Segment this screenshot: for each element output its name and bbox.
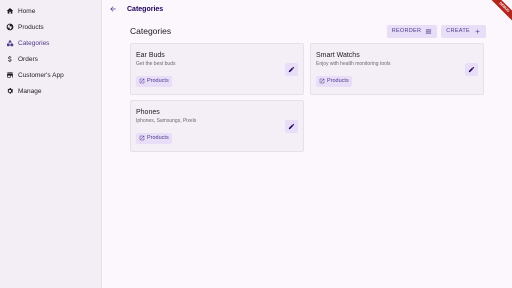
app-root: Home Products Categories Orders Customer… bbox=[0, 0, 512, 288]
edit-button[interactable] bbox=[465, 63, 478, 76]
sidebar-item-orders[interactable]: Orders bbox=[0, 51, 101, 67]
card-title: Phones bbox=[136, 109, 160, 116]
page-title: Categories bbox=[130, 26, 172, 36]
storefront-icon bbox=[6, 71, 14, 79]
category-grid: Ear Buds Get the best buds Products Smar… bbox=[130, 43, 486, 152]
products-chip[interactable]: Products bbox=[316, 75, 352, 87]
top-bar: Categories bbox=[102, 0, 512, 18]
main-area: Categories Categories REORDER CREATE Ear… bbox=[102, 0, 512, 288]
reorder-icon bbox=[426, 28, 432, 34]
header-actions: REORDER CREATE bbox=[386, 24, 486, 38]
chip-label: Products bbox=[147, 135, 169, 141]
sidebar-item-label: Categories bbox=[18, 39, 50, 47]
pencil-icon bbox=[288, 66, 295, 73]
gear-icon bbox=[6, 87, 14, 95]
sidebar-item-manage[interactable]: Manage bbox=[0, 83, 101, 99]
plus-icon bbox=[475, 28, 480, 34]
back-arrow-icon[interactable] bbox=[108, 4, 118, 14]
sidebar-item-categories[interactable]: Categories bbox=[0, 35, 101, 51]
open-in-new-icon bbox=[139, 135, 145, 141]
home-icon bbox=[6, 7, 14, 15]
card-title: Smart Watchs bbox=[316, 52, 360, 59]
pencil-icon bbox=[468, 66, 475, 73]
pencil-icon bbox=[288, 123, 295, 130]
open-in-new-icon bbox=[319, 78, 325, 84]
sidebar-item-label: Orders bbox=[18, 55, 38, 63]
edit-button[interactable] bbox=[285, 63, 298, 76]
reorder-button[interactable]: REORDER bbox=[386, 24, 438, 38]
products-icon bbox=[6, 23, 14, 31]
dollar-icon bbox=[6, 55, 14, 63]
chip-label: Products bbox=[147, 78, 169, 84]
sidebar-item-label: Manage bbox=[18, 87, 42, 95]
header-row: Categories REORDER CREATE bbox=[130, 24, 486, 38]
chip-label: Products bbox=[327, 78, 349, 84]
products-chip[interactable]: Products bbox=[136, 75, 172, 87]
sidebar-item-label: Home bbox=[18, 7, 36, 15]
categories-icon bbox=[6, 39, 14, 47]
open-in-new-icon bbox=[139, 78, 145, 84]
reorder-label: REORDER bbox=[391, 28, 422, 34]
sidebar-item-customers-app[interactable]: Customer's App bbox=[0, 67, 101, 83]
create-label: CREATE bbox=[446, 28, 470, 34]
products-chip[interactable]: Products bbox=[136, 132, 172, 144]
sidebar: Home Products Categories Orders Customer… bbox=[0, 0, 102, 288]
card-description: Enjoy with health monitoring tools bbox=[316, 61, 391, 67]
sidebar-item-label: Products bbox=[18, 23, 44, 31]
card-description: Get the best buds bbox=[136, 61, 176, 67]
topbar-title: Categories bbox=[127, 5, 164, 13]
sidebar-item-products[interactable]: Products bbox=[0, 19, 101, 35]
card-title: Ear Buds bbox=[136, 52, 165, 59]
sidebar-item-label: Customer's App bbox=[18, 71, 64, 79]
category-card: Ear Buds Get the best buds Products bbox=[130, 43, 304, 95]
sidebar-item-home[interactable]: Home bbox=[0, 3, 101, 19]
create-button[interactable]: CREATE bbox=[441, 24, 486, 38]
category-card: Phones Iphones, Samsungs, Pixels Product… bbox=[130, 100, 304, 152]
edit-button[interactable] bbox=[285, 120, 298, 133]
content: Categories REORDER CREATE Ear Buds Get t… bbox=[102, 18, 512, 152]
card-description: Iphones, Samsungs, Pixels bbox=[136, 118, 197, 124]
category-card: Smart Watchs Enjoy with health monitorin… bbox=[310, 43, 484, 95]
